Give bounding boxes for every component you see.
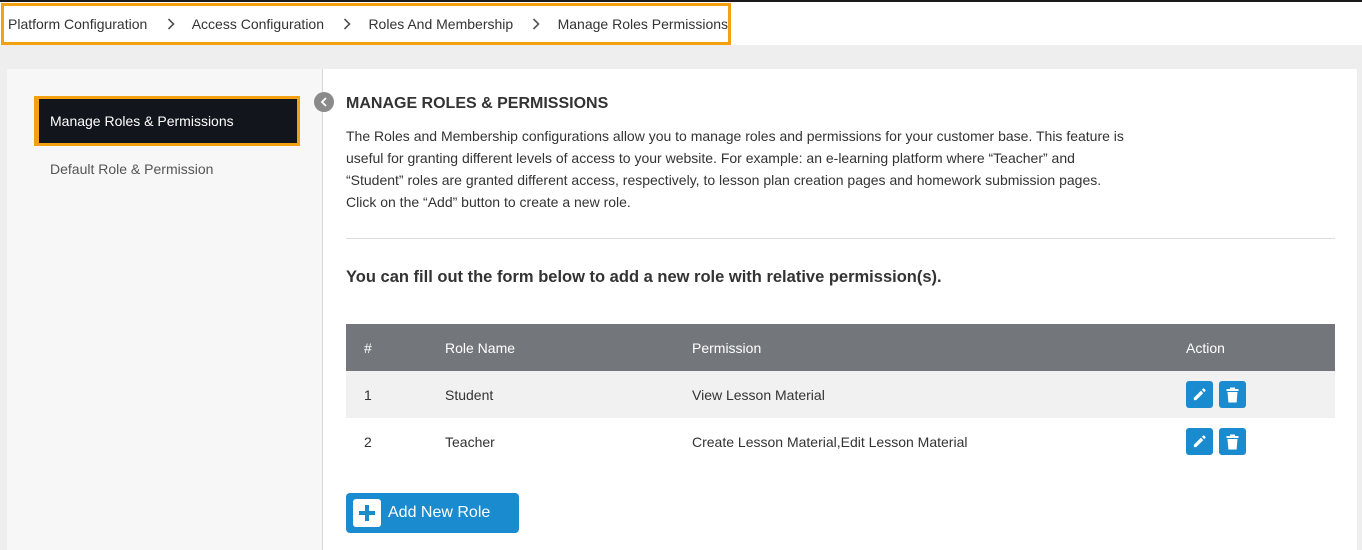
- chevron-right-icon: [165, 16, 175, 32]
- column-header-role-name: Role Name: [445, 339, 516, 356]
- role-permission: View Lesson Material: [692, 386, 825, 403]
- sidebar-collapse-button[interactable]: [314, 92, 334, 112]
- row-number: 1: [364, 386, 372, 403]
- page-description: The Roles and Membership configurations …: [346, 128, 1124, 210]
- form-hint: You can fill out the form below to add a…: [346, 268, 942, 286]
- row-actions: [1186, 371, 1335, 418]
- delete-button[interactable]: [1219, 428, 1246, 455]
- row-number: 2: [364, 433, 372, 450]
- page-title: MANAGE ROLES & PERMISSIONS: [346, 95, 609, 112]
- chevron-right-icon: [531, 16, 541, 32]
- divider: [346, 238, 1335, 239]
- table-header-row: # Role Name Permission Action: [346, 324, 1335, 371]
- edit-button[interactable]: [1186, 381, 1213, 408]
- table-row: 1 Student View Lesson Material: [346, 371, 1335, 418]
- table-row: 2 Teacher Create Lesson Material,Edit Le…: [346, 418, 1335, 465]
- sidebar-item-label: Default Role & Permission: [50, 161, 214, 177]
- trash-icon: [1226, 434, 1239, 450]
- pencil-icon: [1192, 387, 1207, 402]
- chevron-left-icon: [320, 97, 328, 107]
- sidebar-item-manage-roles-permissions[interactable]: Manage Roles & Permissions: [34, 96, 300, 146]
- trash-icon: [1226, 387, 1239, 403]
- add-new-role-button[interactable]: Add New Role: [346, 493, 519, 533]
- role-name: Teacher: [445, 433, 495, 450]
- column-header-permission: Permission: [692, 339, 762, 356]
- add-new-role-label: Add New Role: [388, 504, 491, 521]
- breadcrumb-item-platform-configuration[interactable]: Platform Configuration: [8, 16, 147, 32]
- edit-button[interactable]: [1186, 428, 1213, 455]
- delete-button[interactable]: [1219, 381, 1246, 408]
- chevron-right-icon: [342, 16, 352, 32]
- row-actions: [1186, 418, 1335, 465]
- roles-table: # Role Name Permission Action 1 Student …: [346, 324, 1335, 465]
- role-permission: Create Lesson Material,Edit Lesson Mater…: [692, 433, 968, 450]
- column-header-number: #: [364, 339, 372, 356]
- top-border: [0, 0, 1362, 2]
- column-header-action: Action: [1186, 339, 1225, 356]
- breadcrumb-item-manage-roles-permissions[interactable]: Manage Roles Permissions: [558, 16, 728, 32]
- breadcrumb: Platform Configuration Access Configurat…: [1, 3, 731, 45]
- pencil-icon: [1192, 434, 1207, 449]
- plus-icon: [353, 499, 381, 527]
- sidebar-item-label: Manage Roles & Permissions: [50, 113, 234, 129]
- sidebar-item-default-role-permission[interactable]: Default Role & Permission: [50, 161, 213, 177]
- role-name: Student: [445, 386, 494, 403]
- breadcrumb-item-access-configuration[interactable]: Access Configuration: [192, 16, 324, 32]
- breadcrumb-item-roles-and-membership[interactable]: Roles And Membership: [368, 16, 513, 32]
